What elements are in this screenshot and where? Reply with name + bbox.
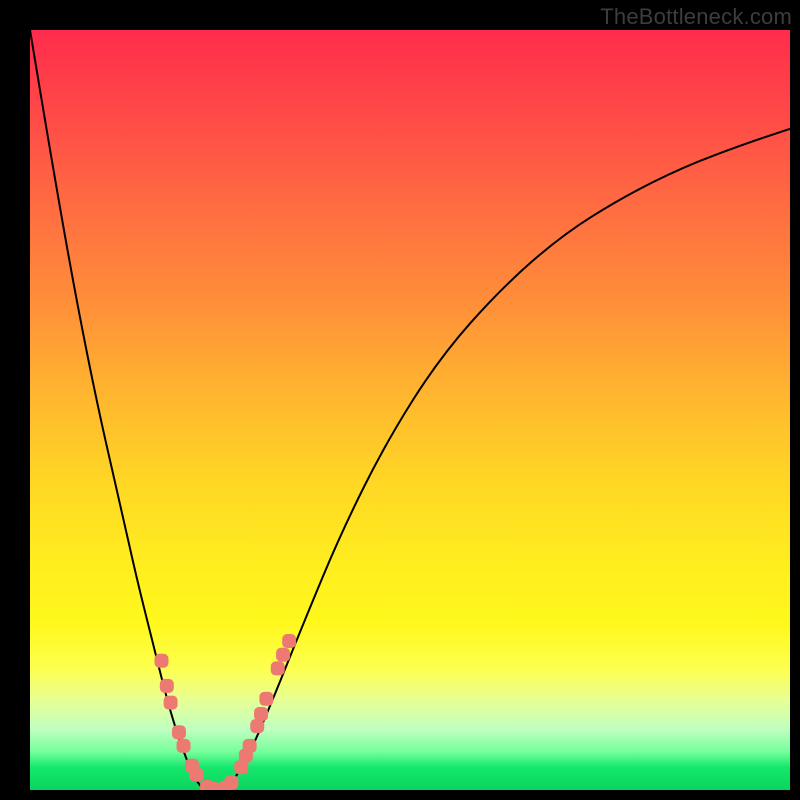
data-marker [154, 654, 168, 668]
data-marker [254, 707, 268, 721]
data-marker [172, 725, 186, 739]
marker-group [154, 634, 296, 790]
curve-group [30, 30, 790, 790]
data-marker [282, 634, 296, 648]
data-marker [160, 679, 174, 693]
chart-svg [30, 30, 790, 790]
data-marker [206, 782, 220, 790]
data-marker [177, 739, 191, 753]
curve-right-branch [216, 129, 790, 790]
data-marker [189, 768, 203, 782]
data-marker [276, 648, 290, 662]
data-marker [164, 696, 178, 710]
data-marker [250, 719, 264, 733]
chart-frame: TheBottleneck.com [0, 0, 800, 800]
data-marker [259, 692, 273, 706]
watermark-text: TheBottleneck.com [600, 4, 792, 30]
plot-area [30, 30, 790, 790]
data-marker [224, 775, 238, 789]
data-marker [271, 661, 285, 675]
data-marker [243, 739, 257, 753]
curve-left-branch [30, 30, 216, 790]
